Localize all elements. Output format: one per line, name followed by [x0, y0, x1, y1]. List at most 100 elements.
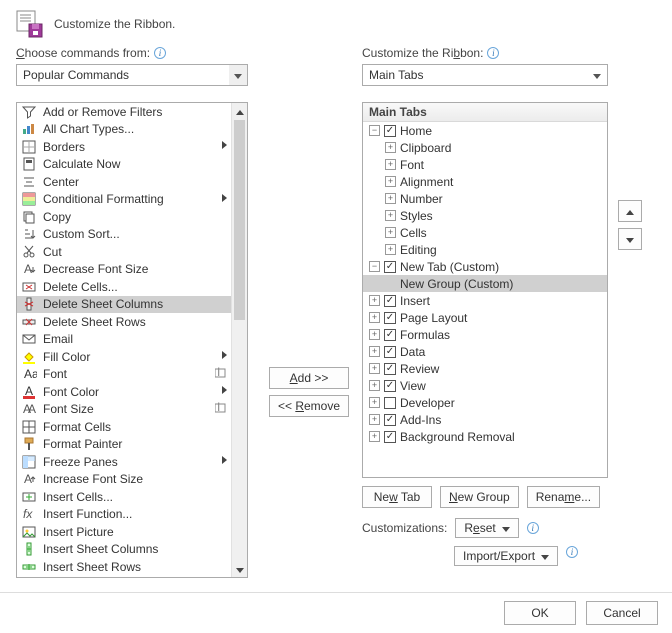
customize-ribbon-combo[interactable]: Main Tabs [362, 64, 608, 86]
command-item[interactable]: Custom Sort... [17, 226, 231, 244]
choose-commands-combo[interactable]: Popular Commands [16, 64, 248, 86]
expand-icon[interactable]: + [369, 380, 380, 391]
command-item[interactable]: AaFontI [17, 366, 231, 384]
info-icon[interactable]: i [527, 522, 539, 534]
reset-button[interactable]: Reset [455, 518, 518, 538]
command-label: Custom Sort... [43, 227, 227, 241]
checkbox[interactable]: ✓ [384, 329, 396, 341]
expand-icon[interactable]: + [369, 414, 380, 425]
tree-tab-new[interactable]: −✓New Tab (Custom) [363, 258, 607, 275]
command-item[interactable]: AIncrease Font Size [17, 471, 231, 489]
tree-tab[interactable]: +✓Page Layout [363, 309, 607, 326]
tree-group-new[interactable]: New Group (Custom) [363, 275, 607, 292]
expand-icon[interactable]: + [385, 193, 396, 204]
expand-icon[interactable]: + [385, 176, 396, 187]
command-item[interactable]: Fill Color [17, 348, 231, 366]
command-item[interactable]: AFont Color [17, 383, 231, 401]
expand-icon[interactable]: + [369, 363, 380, 374]
checkbox[interactable] [384, 397, 396, 409]
checkbox[interactable]: ✓ [384, 380, 396, 392]
expand-icon[interactable]: + [385, 244, 396, 255]
remove-button[interactable]: << Remove [269, 395, 349, 417]
command-item[interactable]: Insert Picture [17, 523, 231, 541]
checkbox[interactable]: ✓ [384, 312, 396, 324]
info-icon[interactable]: i [487, 47, 499, 59]
command-item[interactable]: Cut [17, 243, 231, 261]
command-item[interactable]: Format Cells [17, 418, 231, 436]
expand-icon[interactable]: + [369, 431, 380, 442]
command-item[interactable]: Insert Cells... [17, 488, 231, 506]
command-item[interactable]: Delete Cells... [17, 278, 231, 296]
cancel-button[interactable]: Cancel [586, 601, 658, 625]
expand-icon[interactable]: + [369, 346, 380, 357]
collapse-icon[interactable]: − [369, 125, 380, 136]
tree-tab-home[interactable]: −✓Home [363, 122, 607, 139]
add-button[interactable]: Add >> [269, 367, 349, 389]
command-item[interactable]: Add or Remove Filters [17, 103, 231, 121]
tree-tab[interactable]: +✓Add-Ins [363, 411, 607, 428]
tree-group[interactable]: +Cells [363, 224, 607, 241]
scroll-down-icon[interactable] [232, 561, 247, 577]
command-item[interactable]: fxInsert Function... [17, 506, 231, 524]
commands-listbox[interactable]: Add or Remove FiltersAll Chart Types...B… [16, 102, 248, 578]
info-icon[interactable]: i [566, 546, 578, 558]
command-item[interactable]: Delete Sheet Columns [17, 296, 231, 314]
expand-icon[interactable]: + [369, 397, 380, 408]
tree-group[interactable]: +Editing [363, 241, 607, 258]
command-item[interactable]: Email [17, 331, 231, 349]
expand-icon[interactable]: + [369, 295, 380, 306]
tree-group[interactable]: +Clipboard [363, 139, 607, 156]
tree-tab[interactable]: +✓Formulas [363, 326, 607, 343]
tree-group[interactable]: +Number [363, 190, 607, 207]
scrollbar[interactable] [231, 103, 247, 577]
expand-icon[interactable]: + [369, 329, 380, 340]
tree-group[interactable]: +Font [363, 156, 607, 173]
command-item[interactable]: ADecrease Font Size [17, 261, 231, 279]
tree-tab[interactable]: +✓View [363, 377, 607, 394]
import-export-button[interactable]: Import/Export [454, 546, 558, 566]
expand-icon[interactable]: + [385, 142, 396, 153]
scroll-thumb[interactable] [234, 120, 245, 320]
tree-tab[interactable]: +✓Data [363, 343, 607, 360]
info-icon[interactable]: i [154, 47, 166, 59]
rename-button[interactable]: Rename... [527, 486, 600, 508]
checkbox[interactable]: ✓ [384, 346, 396, 358]
command-item[interactable]: Insert Sheet Rows [17, 558, 231, 576]
checkbox[interactable]: ✓ [384, 363, 396, 375]
new-group-button[interactable]: New Group [440, 486, 519, 508]
ok-button[interactable]: OK [504, 601, 576, 625]
command-item[interactable]: Delete Sheet Rows [17, 313, 231, 331]
collapse-icon[interactable]: − [369, 261, 380, 272]
command-item[interactable]: Calculate Now [17, 156, 231, 174]
expand-icon[interactable]: + [385, 210, 396, 221]
command-item[interactable]: Format Painter [17, 436, 231, 454]
expand-icon[interactable]: + [369, 312, 380, 323]
checkbox[interactable]: ✓ [384, 125, 396, 137]
checkbox[interactable]: ✓ [384, 431, 396, 443]
command-item[interactable]: Copy [17, 208, 231, 226]
command-item[interactable]: All Chart Types... [17, 121, 231, 139]
tree-tab[interactable]: +✓Background Removal [363, 428, 607, 445]
move-down-button[interactable] [618, 228, 642, 250]
command-item[interactable]: Insert Table [17, 576, 231, 578]
new-tab-button[interactable]: New Tab [362, 486, 432, 508]
command-item[interactable]: Center [17, 173, 231, 191]
tree-tab[interactable]: +Developer [363, 394, 607, 411]
tree-group[interactable]: +Alignment [363, 173, 607, 190]
command-item[interactable]: Freeze Panes [17, 453, 231, 471]
command-item[interactable]: Borders [17, 138, 231, 156]
expand-icon[interactable]: + [385, 159, 396, 170]
checkbox[interactable]: ✓ [384, 414, 396, 426]
move-up-button[interactable] [618, 200, 642, 222]
tree-group[interactable]: +Styles [363, 207, 607, 224]
command-item[interactable]: AAFont SizeI [17, 401, 231, 419]
scroll-up-icon[interactable] [232, 103, 247, 119]
command-item[interactable]: Conditional Formatting [17, 191, 231, 209]
checkbox[interactable]: ✓ [384, 295, 396, 307]
checkbox[interactable]: ✓ [384, 261, 396, 273]
tree-tab[interactable]: +✓Review [363, 360, 607, 377]
ribbon-tree[interactable]: Main Tabs −✓Home+Clipboard+Font+Alignmen… [362, 102, 608, 478]
command-item[interactable]: Insert Sheet Columns [17, 541, 231, 559]
tree-tab[interactable]: +✓Insert [363, 292, 607, 309]
expand-icon[interactable]: + [385, 227, 396, 238]
